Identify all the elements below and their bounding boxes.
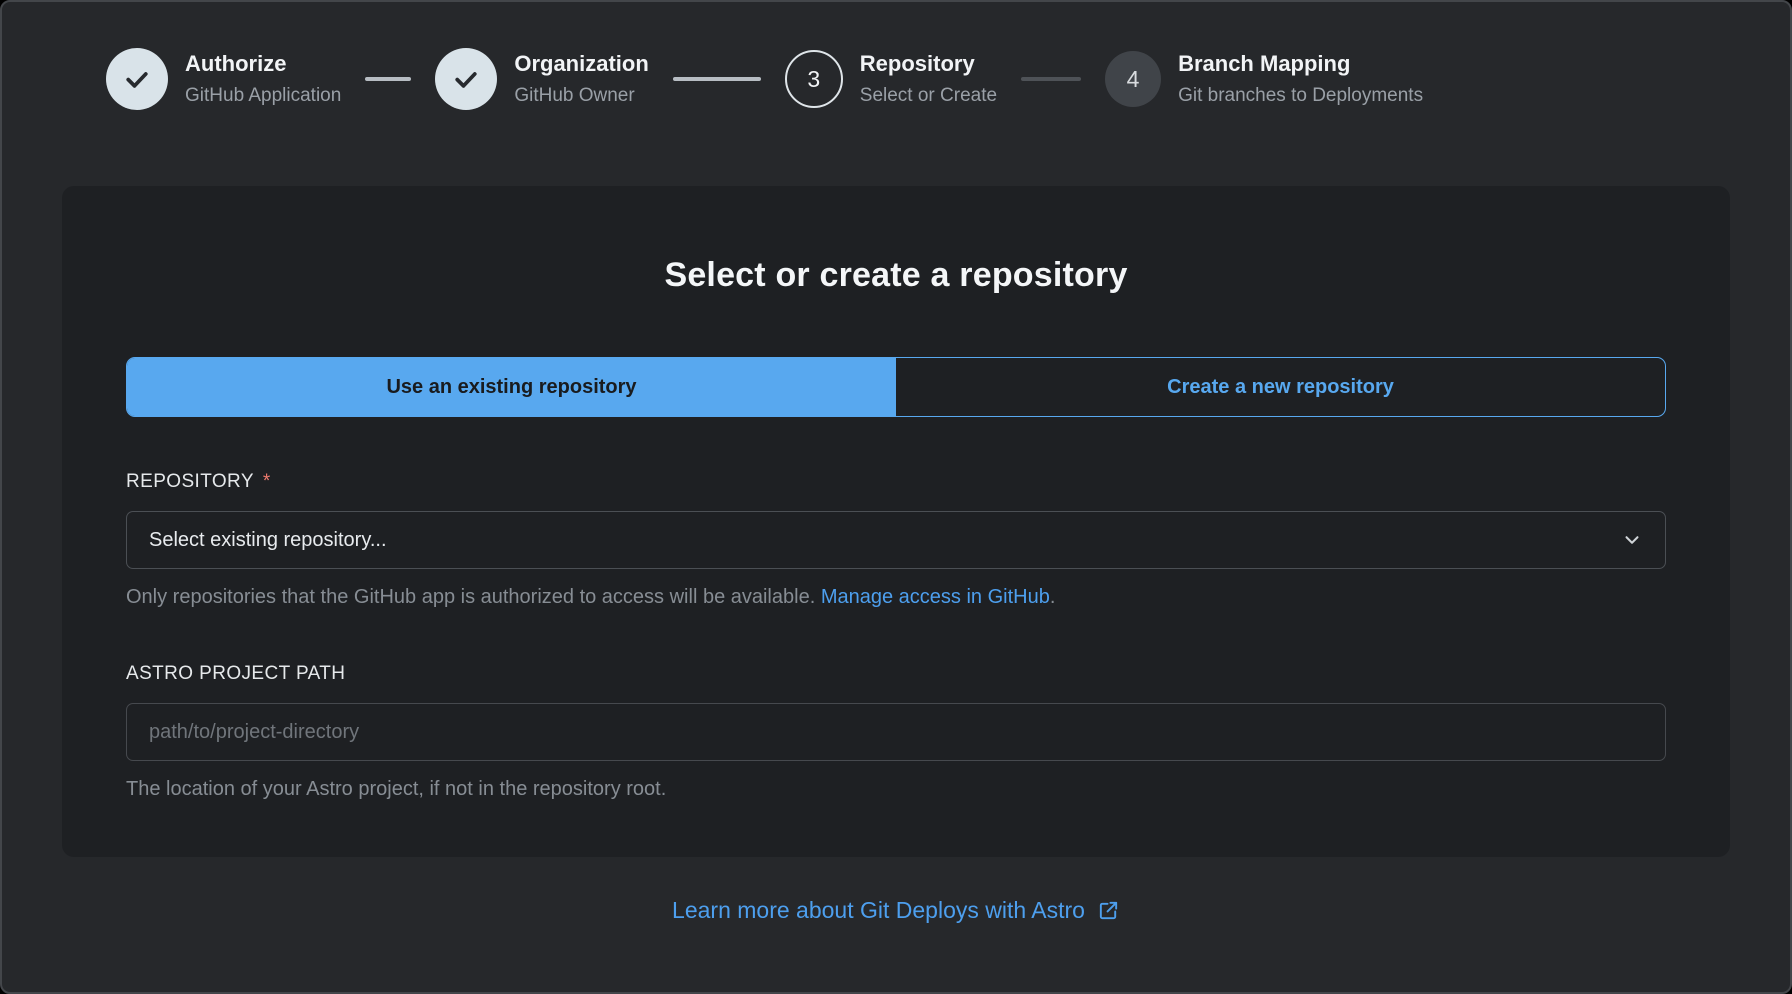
step-connector bbox=[1021, 77, 1081, 81]
check-icon bbox=[451, 64, 481, 94]
project-path-input[interactable] bbox=[126, 703, 1666, 761]
step-number-indicator: 3 bbox=[785, 50, 843, 108]
help-text: Only repositories that the GitHub app is… bbox=[126, 586, 821, 608]
project-path-label: ASTRO PROJECT PATH bbox=[126, 663, 345, 685]
repository-field: REPOSITORY * Select existing repository.… bbox=[126, 471, 1666, 609]
step-title: Authorize bbox=[185, 51, 341, 77]
project-path-field: ASTRO PROJECT PATH The location of your … bbox=[126, 663, 1666, 801]
step-title: Organization bbox=[514, 51, 648, 77]
step-text: Branch Mapping Git branches to Deploymen… bbox=[1178, 51, 1423, 106]
step-organization: Organization GitHub Owner bbox=[435, 48, 648, 110]
step-repository: 3 Repository Select or Create bbox=[785, 50, 997, 108]
wizard-screen: Authorize GitHub Application Organizatio… bbox=[0, 0, 1792, 994]
step-subtitle: Git branches to Deployments bbox=[1178, 85, 1423, 107]
repository-select[interactable]: Select existing repository... bbox=[126, 511, 1666, 569]
step-text: Organization GitHub Owner bbox=[514, 51, 648, 106]
project-path-help-text: The location of your Astro project, if n… bbox=[126, 778, 1666, 801]
card-title: Select or create a repository bbox=[126, 256, 1666, 295]
step-complete-indicator bbox=[106, 48, 168, 110]
footer: Learn more about Git Deploys with Astro bbox=[2, 897, 1790, 924]
repository-label: REPOSITORY bbox=[126, 471, 254, 493]
chevron-down-icon bbox=[1621, 529, 1643, 551]
step-connector bbox=[673, 77, 761, 81]
manage-access-link[interactable]: Manage access in GitHub bbox=[821, 586, 1050, 608]
step-title: Branch Mapping bbox=[1178, 51, 1423, 77]
stepper: Authorize GitHub Application Organizatio… bbox=[2, 2, 1790, 110]
help-text-suffix: . bbox=[1050, 586, 1056, 608]
step-subtitle: GitHub Application bbox=[185, 85, 341, 107]
step-complete-indicator bbox=[435, 48, 497, 110]
step-text: Authorize GitHub Application bbox=[185, 51, 341, 106]
step-subtitle: GitHub Owner bbox=[514, 85, 648, 107]
repository-label-row: REPOSITORY * bbox=[126, 471, 1666, 493]
repository-help-text: Only repositories that the GitHub app is… bbox=[126, 586, 1666, 609]
project-path-label-row: ASTRO PROJECT PATH bbox=[126, 663, 1666, 685]
step-title: Repository bbox=[860, 51, 997, 77]
repository-select-value: Select existing repository... bbox=[149, 529, 387, 552]
step-branch-mapping: 4 Branch Mapping Git branches to Deploym… bbox=[1105, 51, 1423, 107]
check-icon bbox=[122, 64, 152, 94]
tab-new-repository[interactable]: Create a new repository bbox=[896, 358, 1665, 416]
repository-mode-tabs: Use an existing repository Create a new … bbox=[126, 357, 1666, 417]
step-authorize: Authorize GitHub Application bbox=[106, 48, 341, 110]
step-subtitle: Select or Create bbox=[860, 85, 997, 107]
tab-existing-repository[interactable]: Use an existing repository bbox=[127, 358, 896, 416]
required-asterisk: * bbox=[263, 471, 270, 493]
learn-more-link[interactable]: Learn more about Git Deploys with Astro bbox=[672, 897, 1120, 924]
learn-more-label: Learn more about Git Deploys with Astro bbox=[672, 897, 1085, 924]
step-text: Repository Select or Create bbox=[860, 51, 997, 106]
external-link-icon bbox=[1097, 899, 1120, 922]
step-connector bbox=[365, 77, 411, 81]
repository-card: Select or create a repository Use an exi… bbox=[62, 186, 1730, 857]
step-number-indicator: 4 bbox=[1105, 51, 1161, 107]
